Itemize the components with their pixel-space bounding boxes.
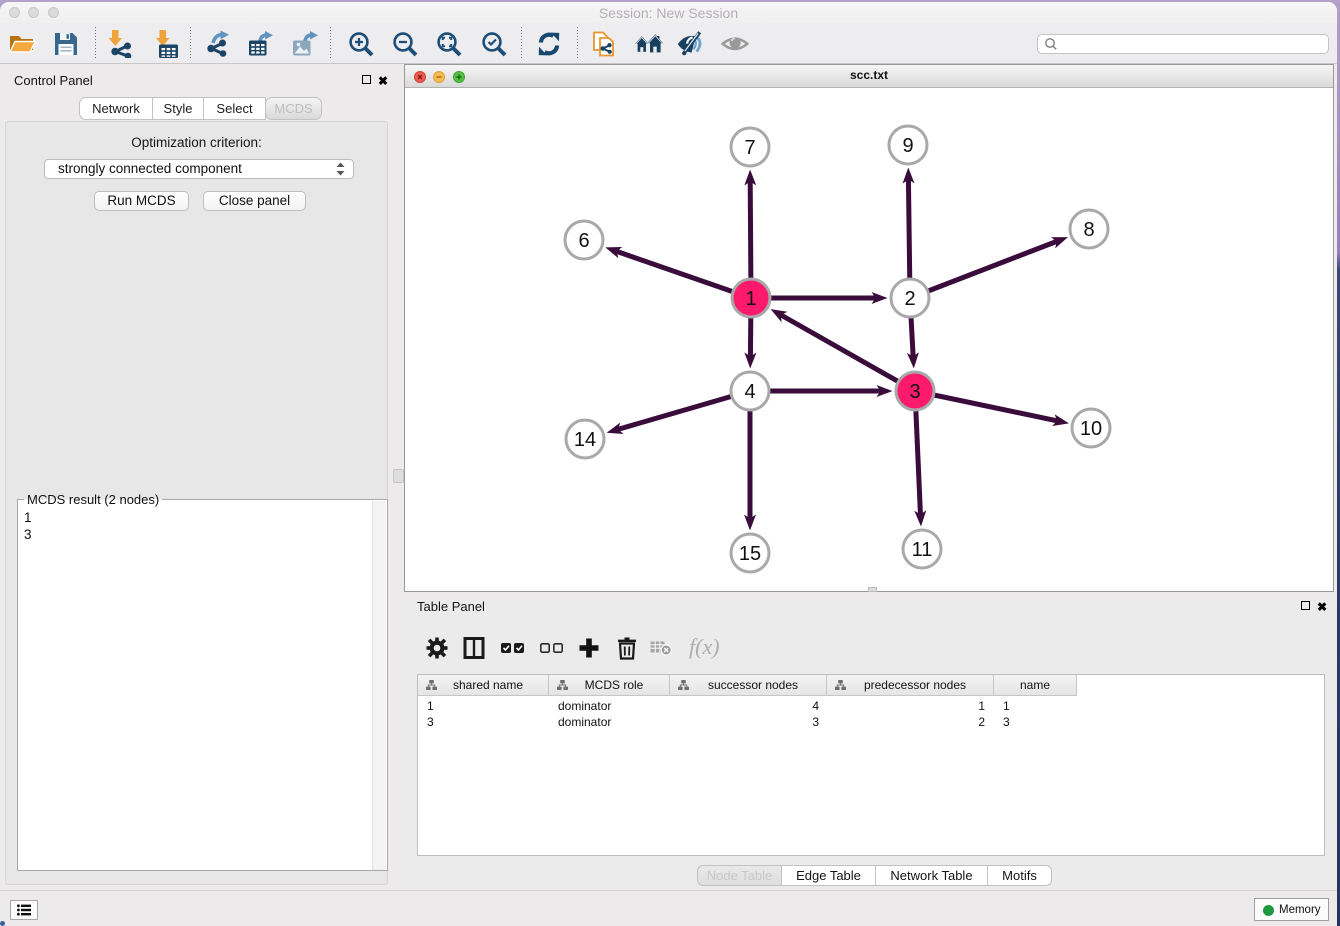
svg-text:3: 3: [909, 381, 920, 403]
svg-text:4: 4: [744, 381, 755, 403]
svg-text:15: 15: [739, 543, 761, 565]
svg-text:14: 14: [574, 429, 596, 451]
svg-text:8: 8: [1083, 219, 1094, 241]
svg-text:11: 11: [912, 539, 933, 561]
svg-text:9: 9: [902, 135, 913, 157]
svg-text:2: 2: [904, 288, 915, 310]
svg-text:10: 10: [1080, 418, 1102, 440]
svg-text:6: 6: [578, 230, 589, 252]
svg-text:7: 7: [744, 137, 755, 159]
svg-text:1: 1: [745, 288, 756, 310]
